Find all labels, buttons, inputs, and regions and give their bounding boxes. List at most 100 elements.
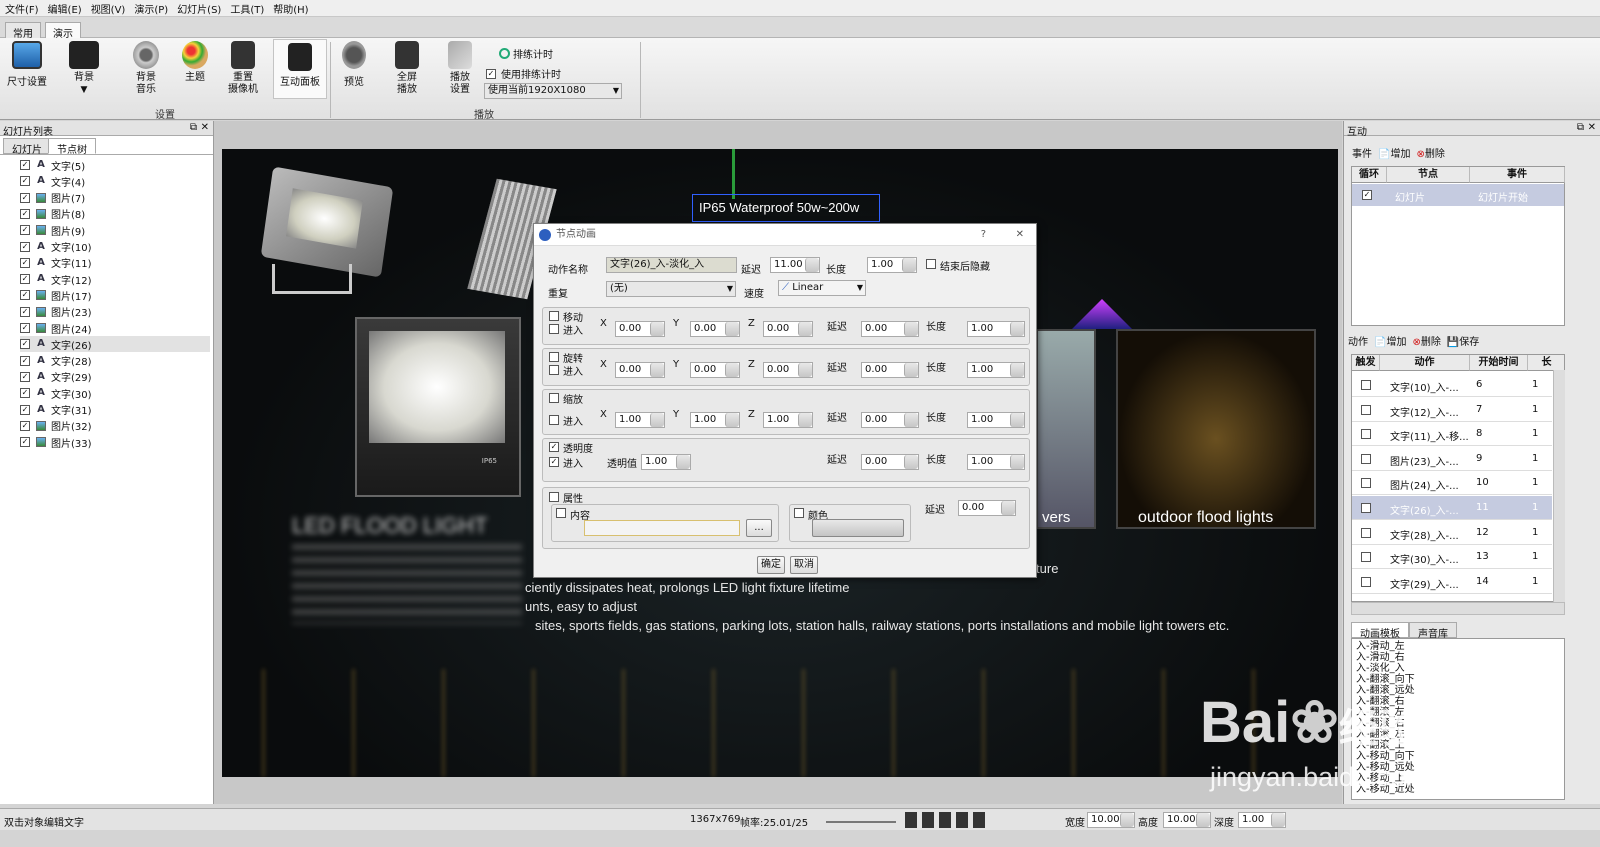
spin-icon[interactable]	[798, 322, 812, 336]
spin-icon[interactable]	[725, 322, 739, 336]
scale-length-spinner[interactable]: 1.00	[967, 412, 1025, 428]
trigger-checkbox[interactable]	[1361, 429, 1371, 440]
table-row[interactable]: 文字(11)_入-移... 8 1	[1352, 422, 1552, 447]
visibility-checkbox[interactable]: ✓	[20, 290, 30, 301]
trigger-checkbox[interactable]	[1361, 380, 1371, 390]
trigger-checkbox[interactable]	[1361, 404, 1371, 415]
ip65-text[interactable]: IP65 Waterproof 50w~200w	[699, 200, 859, 215]
save-action-button[interactable]: 💾保存	[1447, 333, 1479, 348]
move-checkbox[interactable]	[549, 311, 559, 321]
rotate-delay-spinner[interactable]: 0.00	[861, 362, 919, 378]
list-item[interactable]: 入-滑动_左	[1356, 641, 1405, 652]
color-checkbox[interactable]	[794, 508, 804, 518]
move-length-spinner[interactable]: 1.00	[967, 321, 1025, 337]
visibility-checkbox[interactable]: ✓	[20, 437, 30, 448]
list-item[interactable]: 入-滑动_右	[1356, 652, 1405, 663]
photo-outdoor-lights[interactable]: outdoor flood lights	[1116, 329, 1316, 529]
fullscreen-play-button[interactable]: 全屏 播放	[390, 41, 424, 96]
table-row[interactable]: ✓ 幻灯片 幻灯片开始	[1352, 184, 1564, 206]
move-y-spinner[interactable]: 0.00	[690, 321, 740, 337]
opacity-length-spinner[interactable]: 1.00	[967, 454, 1025, 470]
use-rehearse-checkbox[interactable]: ✓ 使用排练计时	[486, 66, 561, 81]
feature-line-1[interactable]: ciently dissipates heat, prolongs LED li…	[525, 580, 849, 595]
content-checkbox[interactable]	[556, 508, 566, 518]
background-button[interactable]: 背景 ▼	[67, 41, 101, 96]
visibility-checkbox[interactable]: ✓	[20, 225, 30, 236]
cancel-button[interactable]: 取消	[790, 556, 818, 574]
visibility-checkbox[interactable]: ✓	[20, 192, 30, 203]
menu-present[interactable]: 演示(P)	[134, 1, 168, 16]
scale-delay-spinner[interactable]: 0.00	[861, 412, 919, 428]
menu-edit[interactable]: 编辑(E)	[48, 1, 82, 16]
visibility-checkbox[interactable]: ✓	[20, 208, 30, 219]
depth-spinner[interactable]: 1.00	[1238, 812, 1286, 828]
help-icon[interactable]: ?	[981, 224, 986, 246]
spin-icon[interactable]	[805, 258, 819, 272]
spin-icon[interactable]	[1010, 322, 1024, 336]
visibility-checkbox[interactable]: ✓	[20, 420, 30, 431]
table-row[interactable]: 文字(12)_入-... 7 1	[1352, 398, 1552, 422]
visibility-checkbox[interactable]: ✓	[20, 160, 30, 170]
tree-item[interactable]: ✓ A 文字(30)	[20, 385, 210, 401]
ok-button[interactable]: 确定	[757, 556, 785, 574]
height-spinner[interactable]: 10.00	[1163, 812, 1211, 828]
interact-panel-button[interactable]: 互动面板	[273, 39, 327, 99]
h-scrollbar[interactable]	[1351, 602, 1565, 615]
visibility-checkbox[interactable]: ✓	[20, 388, 30, 399]
close-icon[interactable]: ✕	[201, 122, 209, 133]
enter-checkbox[interactable]	[549, 324, 559, 334]
heading-text[interactable]: LED FLOOD LIGHT	[292, 513, 488, 539]
delete-action-button[interactable]: ⊗删除	[1412, 333, 1440, 348]
visibility-checkbox[interactable]: ✓	[20, 404, 30, 415]
table-row[interactable]: 图片(23)_入-... 9 1	[1352, 447, 1552, 471]
visibility-checkbox[interactable]: ✓	[20, 306, 30, 317]
trigger-checkbox[interactable]	[1361, 527, 1371, 538]
speed-select[interactable]: ⟋ Linear ▼	[778, 280, 866, 296]
spin-icon[interactable]	[725, 363, 739, 377]
menu-slide[interactable]: 幻灯片(S)	[177, 1, 221, 16]
visibility-checkbox[interactable]: ✓	[20, 176, 30, 187]
scale-x-spinner[interactable]: 1.00	[615, 412, 665, 428]
menu-file[interactable]: 文件(F)	[5, 1, 39, 16]
spin-icon[interactable]	[798, 413, 812, 427]
tab-normal[interactable]: 常用	[5, 22, 41, 40]
tree-item[interactable]: ✓ 图片(33)	[20, 434, 210, 450]
visibility-checkbox[interactable]: ✓	[20, 241, 30, 252]
rotate-x-spinner[interactable]: 0.00	[615, 362, 665, 378]
restore-icon[interactable]: ⧉	[190, 122, 197, 133]
table-row[interactable]: 文字(30)_入-... 13 1	[1352, 545, 1552, 570]
trigger-checkbox[interactable]	[1361, 453, 1371, 464]
theme-button[interactable]: 主题	[178, 41, 212, 84]
tree-item[interactable]: ✓ A 文字(10)	[20, 239, 210, 255]
tree-item[interactable]: ✓ 图片(32)	[20, 418, 210, 434]
visibility-checkbox[interactable]: ✓	[20, 355, 30, 366]
spin-icon[interactable]	[650, 322, 664, 336]
content-input[interactable]	[584, 520, 740, 536]
scale-y-spinner[interactable]: 1.00	[690, 412, 740, 428]
spin-icon[interactable]	[650, 413, 664, 427]
table-row[interactable]: 文字(29)_入-... 14 1	[1352, 570, 1552, 594]
resolution-select[interactable]: 使用当前1920X1080 ▼	[484, 83, 622, 99]
menu-tools[interactable]: 工具(T)	[230, 1, 264, 16]
spin-icon[interactable]	[798, 363, 812, 377]
preview-button[interactable]: 预览	[337, 41, 371, 89]
rehearse-timing[interactable]: 排练计时	[499, 46, 553, 61]
tree-item[interactable]: ✓ A 文字(11)	[20, 255, 210, 271]
move-delay-spinner[interactable]: 0.00	[861, 321, 919, 337]
spin-icon[interactable]	[1196, 813, 1210, 827]
tab-templates[interactable]: 动画模板	[1351, 622, 1409, 640]
play-settings-button[interactable]: 播放 设置	[443, 41, 477, 96]
spin-icon[interactable]	[1010, 413, 1024, 427]
hide-after-checkbox[interactable]	[926, 259, 936, 269]
tree-item[interactable]: ✓ A 文字(28)	[20, 353, 210, 369]
color-picker-button[interactable]	[812, 519, 904, 537]
visibility-checkbox[interactable]: ✓	[20, 371, 30, 382]
table-row[interactable]: 文字(26)_入-... 11 1	[1352, 496, 1552, 520]
visibility-checkbox[interactable]: ✓	[20, 257, 30, 268]
attr-checkbox[interactable]	[549, 492, 559, 502]
tab-sounds[interactable]: 声音库	[1409, 622, 1457, 640]
width-spinner[interactable]: 10.00	[1087, 812, 1135, 828]
table-row[interactable]: 文字(10)_入-... 6 1	[1352, 373, 1552, 397]
spin-icon[interactable]	[904, 322, 918, 336]
tree-item[interactable]: ✓ A 文字(4)	[20, 173, 210, 189]
